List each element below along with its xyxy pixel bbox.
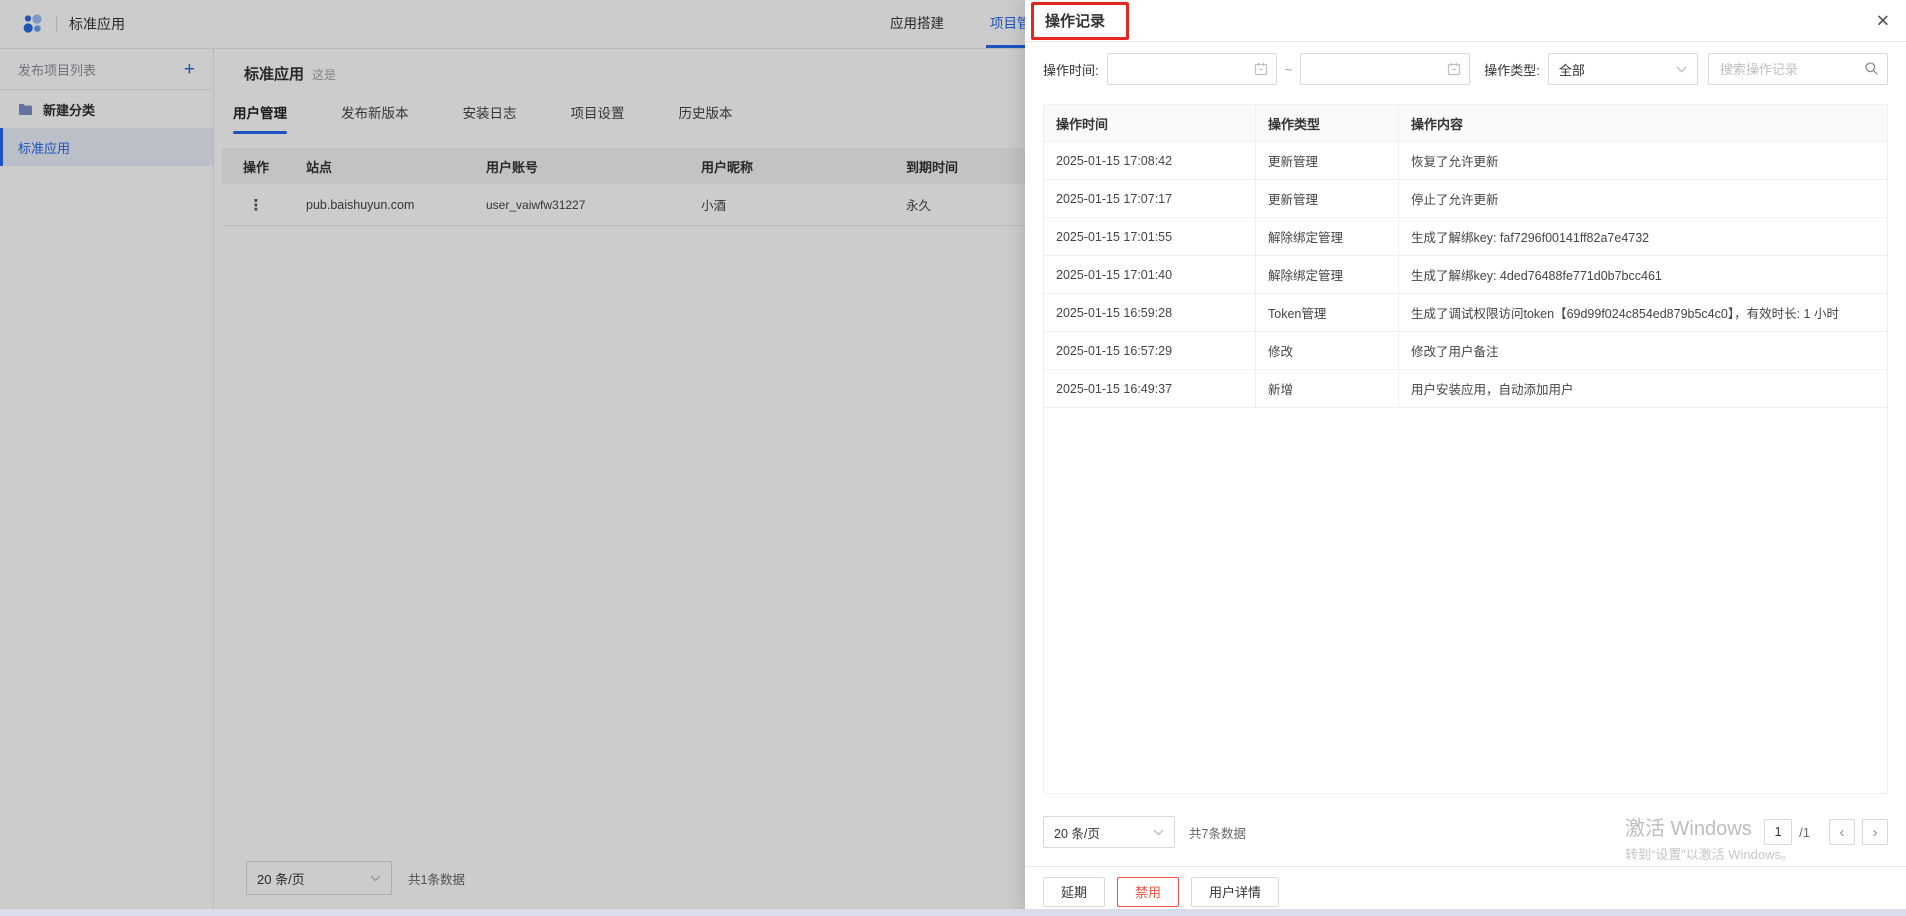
operation-type-value: 全部: [1559, 60, 1585, 79]
log-type-cell: 修改: [1256, 332, 1399, 369]
search-wrap: [1708, 53, 1888, 85]
drawer-pagination: 20 条/页 共7条数据 1 /1 ‹ ›: [1043, 816, 1888, 848]
log-type-cell: 解除绑定管理: [1256, 256, 1399, 293]
operation-log-drawer: 操作记录 ✕ 操作时间: ~: [1025, 0, 1906, 916]
log-content-cell: 停止了允许更新: [1399, 189, 1887, 208]
log-type-cell: 新增: [1256, 370, 1399, 407]
time-filter-label: 操作时间:: [1043, 60, 1099, 79]
page-of-total: /1: [1799, 825, 1810, 840]
log-time-cell: 2025-01-15 16:59:28: [1044, 294, 1256, 331]
log-table-row: 2025-01-15 17:07:17 更新管理 停止了允许更新: [1044, 180, 1887, 218]
taskbar-edge: [0, 909, 1906, 916]
calendar-icon: [1447, 62, 1461, 76]
log-content-cell: 生成了调试权限访问token【69d99f024c854ed879b5c4c0】…: [1399, 303, 1887, 322]
log-table-row: 2025-01-15 17:01:40 解除绑定管理 生成了解绑key: 4de…: [1044, 256, 1887, 294]
end-date-input[interactable]: [1300, 53, 1470, 85]
drawer-header: 操作记录 ✕: [1025, 0, 1906, 42]
drawer-footer-button[interactable]: 禁用: [1117, 877, 1179, 907]
log-page-size-select[interactable]: 20 条/页: [1043, 816, 1175, 848]
log-content-cell: 修改了用户备注: [1399, 341, 1887, 360]
log-time-cell: 2025-01-15 16:57:29: [1044, 332, 1256, 369]
log-type-cell: 解除绑定管理: [1256, 218, 1399, 255]
log-table-row: 2025-01-15 17:08:42 更新管理 恢复了允许更新: [1044, 142, 1887, 180]
next-page-button[interactable]: ›: [1862, 819, 1888, 845]
log-type-cell: 更新管理: [1256, 142, 1399, 179]
drawer-footer-button[interactable]: 延期: [1043, 877, 1105, 907]
log-table-row: 2025-01-15 16:59:28 Token管理 生成了调试权限访问tok…: [1044, 294, 1887, 332]
log-table-row: 2025-01-15 16:57:29 修改 修改了用户备注: [1044, 332, 1887, 370]
calendar-icon: [1254, 62, 1268, 76]
page-nav: 1 /1 ‹ ›: [1764, 819, 1888, 845]
prev-page-button[interactable]: ‹: [1829, 819, 1855, 845]
log-time-cell: 2025-01-15 17:01:55: [1044, 218, 1256, 255]
log-time-cell: 2025-01-15 16:49:37: [1044, 370, 1256, 407]
type-filter-label: 操作类型:: [1484, 60, 1540, 79]
log-table-body: 2025-01-15 17:08:42 更新管理 恢复了允许更新 2025-01…: [1044, 142, 1887, 408]
log-table-row: 2025-01-15 17:01:55 解除绑定管理 生成了解绑key: faf…: [1044, 218, 1887, 256]
operation-log-table: 操作时间 操作类型 操作内容 2025-01-15 17:08:42 更新管理 …: [1043, 104, 1888, 794]
log-content-cell: 用户安装应用，自动添加用户: [1399, 379, 1887, 398]
log-total-count: 共7条数据: [1189, 823, 1246, 842]
log-table-header-cell: 操作时间: [1044, 105, 1256, 141]
screen: 标准应用 应用搭建 项目管理 发布项目列表 + 新建分类 标准应用 标准应用: [0, 0, 1906, 916]
log-table-row: 2025-01-15 16:49:37 新增 用户安装应用，自动添加用户: [1044, 370, 1887, 408]
log-time-cell: 2025-01-15 17:07:17: [1044, 180, 1256, 217]
log-content-cell: 生成了解绑key: 4ded76488fe771d0b7bcc461: [1399, 265, 1887, 284]
log-time-cell: 2025-01-15 17:01:40: [1044, 256, 1256, 293]
log-table-header: 操作时间 操作类型 操作内容: [1044, 105, 1887, 142]
close-icon[interactable]: ✕: [1876, 12, 1890, 29]
start-date-input[interactable]: [1107, 53, 1277, 85]
log-page-size-value: 20 条/页: [1054, 823, 1100, 842]
drawer-title: 操作记录: [1045, 10, 1105, 31]
log-content-cell: 生成了解绑key: faf7296f00141ff82a7e4732: [1399, 227, 1887, 246]
log-table-header-cell: 操作内容: [1399, 114, 1887, 133]
chevron-down-icon: [1676, 66, 1687, 73]
log-content-cell: 恢复了允许更新: [1399, 151, 1887, 170]
log-time-cell: 2025-01-15 17:08:42: [1044, 142, 1256, 179]
search-icon: [1864, 61, 1879, 76]
drawer-filters: 操作时间: ~ 操作类型: 全部: [1025, 42, 1906, 96]
log-type-cell: Token管理: [1256, 294, 1399, 331]
current-page-input[interactable]: 1: [1764, 819, 1792, 845]
log-type-cell: 更新管理: [1256, 180, 1399, 217]
operation-type-select[interactable]: 全部: [1548, 53, 1698, 85]
drawer-footer-button[interactable]: 用户详情: [1191, 877, 1279, 907]
log-table-header-cell: 操作类型: [1256, 105, 1399, 141]
range-separator: ~: [1285, 62, 1293, 77]
search-input[interactable]: [1708, 53, 1888, 85]
chevron-down-icon: [1153, 829, 1164, 836]
